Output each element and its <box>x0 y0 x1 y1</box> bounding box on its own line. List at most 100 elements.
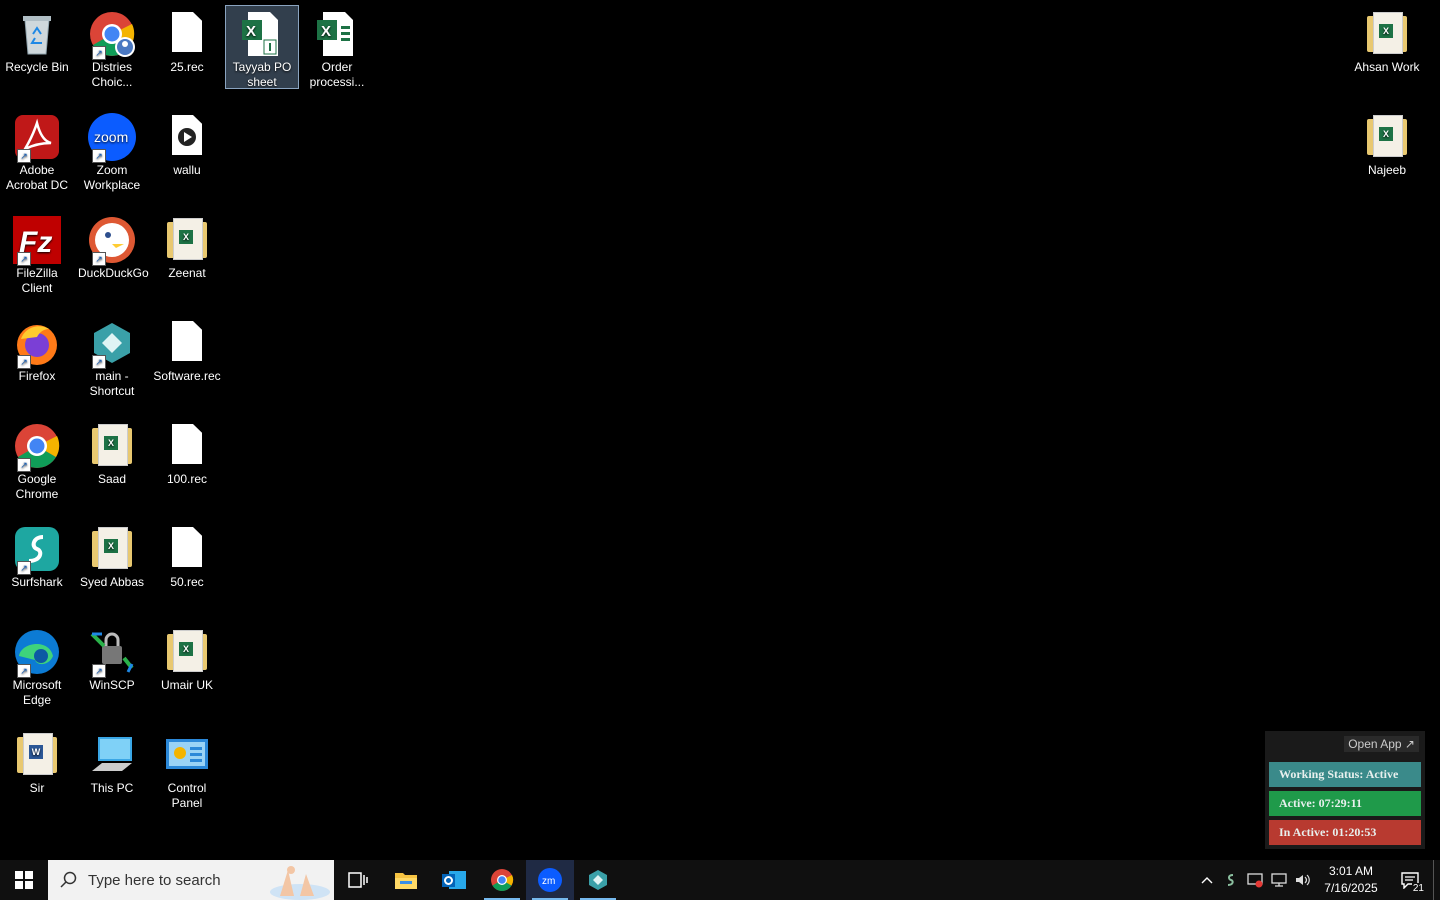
zoom-workplace-icon[interactable]: zoom ↗ Zoom Workplace <box>76 109 148 193</box>
chevron-up-icon <box>1201 877 1213 884</box>
active-time-badge: Active: 07:29:11 <box>1269 791 1421 816</box>
time-tracker-widget: Open App ↗ Working Status: Active Active… <box>1265 731 1425 849</box>
icon-label: Sir <box>29 781 45 795</box>
icon-label: Syed Abbas <box>79 575 145 589</box>
umair-uk-folder-icon[interactable]: X Umair UK <box>151 624 223 708</box>
notification-count: 21 <box>1411 883 1425 894</box>
this-pc-icon[interactable]: This PC <box>76 727 148 811</box>
blank-file-image <box>163 525 211 573</box>
folder-excel-image: X <box>1363 10 1411 58</box>
folder-word-image: W <box>13 731 61 779</box>
surfshark-icon[interactable]: ↗ Surfshark <box>1 521 73 605</box>
windows-logo-icon <box>15 871 33 889</box>
excel-file-image: X <box>313 10 361 58</box>
filezilla-icon[interactable]: Fz ↗ FileZilla Client <box>1 212 73 296</box>
icon-label: Najeeb <box>1367 163 1407 177</box>
file-explorer-button[interactable] <box>382 860 430 900</box>
chrome-image: ↗ <box>13 422 61 472</box>
search-highlight-illustration-icon <box>270 866 330 900</box>
clock[interactable]: 3:01 AM 7/16/2025 <box>1315 863 1387 897</box>
wallu-icon[interactable]: wallu <box>151 109 223 193</box>
icon-label: Firefox <box>18 369 56 383</box>
folder-icon <box>395 873 417 889</box>
computer-image <box>88 731 136 779</box>
clock-date: 7/16/2025 <box>1324 881 1378 895</box>
show-desktop-button[interactable] <box>1433 860 1440 900</box>
task-view-button[interactable] <box>334 860 382 900</box>
search-box[interactable]: Type here to search <box>48 860 334 900</box>
icon-label: Distries Choic... <box>91 60 133 89</box>
recycle-bin-icon[interactable]: Recycle Bin <box>1 6 73 90</box>
folder-excel-image: X <box>88 525 136 573</box>
icon-label: Saad <box>97 472 127 486</box>
inactive-time-badge: In Active: 01:20:53 <box>1269 820 1421 845</box>
search-placeholder: Type here to search <box>88 871 221 889</box>
search-icon <box>60 871 77 888</box>
sir-folder-icon[interactable]: W Sir <box>1 727 73 811</box>
distries-choice-icon[interactable]: ↗ Distries Choic... <box>76 6 148 90</box>
zeenat-folder-icon[interactable]: X Zeenat <box>151 212 223 296</box>
25-rec-file-icon[interactable]: 25.rec <box>151 6 223 90</box>
network-icon <box>1271 873 1287 887</box>
software-rec-file-icon[interactable]: Software.rec <box>151 315 223 399</box>
volume-tray-button[interactable] <box>1291 860 1315 900</box>
syed-abbas-folder-icon[interactable]: X Syed Abbas <box>76 521 148 605</box>
icon-label: Surfshark <box>11 575 63 589</box>
icon-label: Microsoft Edge <box>12 678 62 707</box>
ahsan-work-folder-icon[interactable]: X Ahsan Work <box>1351 6 1423 90</box>
firefox-image: ↗ <box>13 319 61 369</box>
main-app-icon <box>589 870 607 890</box>
svg-text:X: X <box>321 23 331 40</box>
excel-file-image: X <box>238 10 286 58</box>
google-chrome-icon[interactable]: ↗ Google Chrome <box>1 418 73 502</box>
icon-label: wallu <box>173 163 201 177</box>
show-hidden-icons-button[interactable] <box>1195 860 1219 900</box>
clock-time: 3:01 AM <box>1328 864 1374 878</box>
najeeb-folder-icon[interactable]: X Najeeb <box>1351 109 1423 193</box>
surfshark-tray-button[interactable] <box>1219 860 1243 900</box>
desktop: Recycle Bin ↗ Adobe Acrobat DC Fz ↗ File… <box>0 0 1440 860</box>
zoom-icon: zm <box>538 868 562 892</box>
adobe-acrobat-icon[interactable]: ↗ Adobe Acrobat DC <box>1 109 73 193</box>
50-rec-file-icon[interactable]: 50.rec <box>151 521 223 605</box>
icon-label: Adobe Acrobat DC <box>5 163 69 192</box>
icon-label: 100.rec <box>166 472 208 486</box>
saad-folder-icon[interactable]: X Saad <box>76 418 148 502</box>
icon-label: Google Chrome <box>15 472 59 501</box>
folder-excel-image: X <box>163 216 211 264</box>
duckduckgo-image: ↗ <box>88 216 136 266</box>
svg-text:zm: zm <box>542 876 555 887</box>
task-view-icon <box>348 872 368 888</box>
folder-excel-image: X <box>1363 113 1411 161</box>
main-app-taskbar-button[interactable] <box>574 860 622 900</box>
microsoft-edge-icon[interactable]: ↗ Microsoft Edge <box>1 624 73 708</box>
duckduckgo-icon[interactable]: ↗ DuckDuckGo <box>76 212 149 296</box>
security-tray-button[interactable] <box>1243 860 1267 900</box>
open-app-button[interactable]: Open App ↗ <box>1344 736 1419 752</box>
svg-text:zoom: zoom <box>94 129 128 145</box>
taskbar: Type here to search zm 3:01 AM 7/16/2025… <box>0 860 1440 900</box>
icon-label: Control Panel <box>167 781 207 810</box>
tayyab-po-sheet-icon[interactable]: X Tayyab PO sheet <box>225 5 299 89</box>
outlook-button[interactable] <box>430 860 478 900</box>
zoom-taskbar-button[interactable]: zm <box>526 860 574 900</box>
chrome-taskbar-button[interactable] <box>478 860 526 900</box>
icon-label: 25.rec <box>170 60 204 74</box>
control-panel-icon[interactable]: Control Panel <box>151 727 223 811</box>
surfshark-tray-icon <box>1227 874 1234 886</box>
notification-center-button[interactable]: 21 <box>1387 860 1433 900</box>
icon-label: DuckDuckGo <box>78 266 149 280</box>
100-rec-file-icon[interactable]: 100.rec <box>151 418 223 502</box>
main-app-image: ↗ <box>88 319 136 369</box>
start-button[interactable] <box>0 860 48 900</box>
network-tray-button[interactable] <box>1267 860 1291 900</box>
blank-file-image <box>163 10 211 58</box>
icon-label: WinSCP <box>89 678 135 692</box>
security-alert-icon <box>1247 873 1263 888</box>
filezilla-image: Fz ↗ <box>13 216 61 266</box>
recycle-bin-image <box>13 10 61 58</box>
main-shortcut-icon[interactable]: ↗ main - Shortcut <box>76 315 148 399</box>
firefox-icon[interactable]: ↗ Firefox <box>1 315 73 399</box>
winscp-icon[interactable]: ↗ WinSCP <box>76 624 148 708</box>
order-processing-icon[interactable]: X Order processi... <box>301 6 373 90</box>
